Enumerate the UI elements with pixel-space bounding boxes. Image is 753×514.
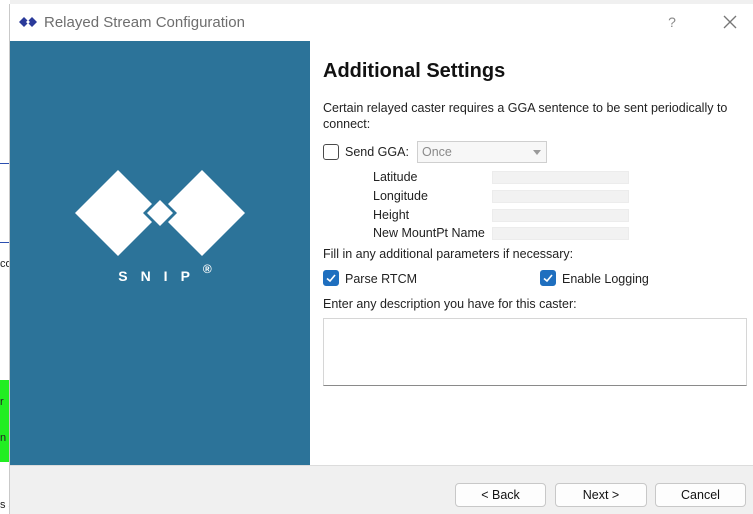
gga-description: Certain relayed caster requires a GGA se… bbox=[323, 101, 728, 131]
close-icon bbox=[723, 15, 737, 29]
next-button[interactable]: Next > bbox=[555, 483, 647, 507]
logo-text: SNIP bbox=[118, 268, 203, 284]
caster-description-input[interactable] bbox=[323, 318, 747, 386]
parse-rtcm-label: Parse RTCM bbox=[345, 272, 418, 286]
params-description: Fill in any additional parameters if nec… bbox=[323, 247, 574, 261]
help-button[interactable]: ? bbox=[662, 12, 682, 32]
check-icon bbox=[543, 274, 553, 283]
wizard-banner: SNIP® bbox=[10, 41, 310, 465]
height-label: Height bbox=[373, 208, 410, 222]
check-icon bbox=[326, 274, 336, 283]
back-button[interactable]: < Back bbox=[455, 483, 546, 507]
close-button[interactable] bbox=[718, 10, 742, 34]
logo-wordmark: SNIP® bbox=[10, 262, 310, 284]
mountpoint-field[interactable] bbox=[492, 227, 629, 240]
gga-frequency-value: Once bbox=[422, 145, 452, 159]
send-gga-checkbox[interactable] bbox=[323, 144, 339, 160]
parse-rtcm-checkbox[interactable] bbox=[323, 270, 339, 286]
enable-logging-checkbox[interactable] bbox=[540, 270, 556, 286]
window-title: Relayed Stream Configuration bbox=[44, 14, 245, 31]
latitude-field[interactable] bbox=[492, 171, 629, 184]
caster-description-prompt: Enter any description you have for this … bbox=[323, 297, 577, 311]
snip-logo bbox=[75, 170, 245, 256]
send-gga-label: Send GGA: bbox=[345, 145, 409, 159]
gga-frequency-select[interactable]: Once bbox=[417, 141, 547, 163]
chevron-down-icon bbox=[533, 150, 541, 155]
height-field[interactable] bbox=[492, 209, 629, 222]
latitude-label: Latitude bbox=[373, 170, 418, 184]
title-bar[interactable]: Relayed Stream Configuration ? bbox=[10, 4, 753, 41]
relayed-stream-dialog: Relayed Stream Configuration ? SNIP® Add… bbox=[9, 4, 753, 514]
enable-logging-label: Enable Logging bbox=[562, 272, 649, 286]
mountpoint-label: New MountPt Name bbox=[373, 226, 485, 240]
longitude-field[interactable] bbox=[492, 190, 629, 203]
app-icon bbox=[19, 17, 37, 27]
settings-panel: Additional Settings Certain relayed cast… bbox=[323, 41, 753, 465]
wizard-footer: < Back Next > Cancel bbox=[10, 465, 753, 514]
longitude-label: Longitude bbox=[373, 189, 428, 203]
registered-mark: ® bbox=[202, 262, 212, 276]
page-title: Additional Settings bbox=[323, 60, 506, 82]
cancel-button[interactable]: Cancel bbox=[655, 483, 746, 507]
